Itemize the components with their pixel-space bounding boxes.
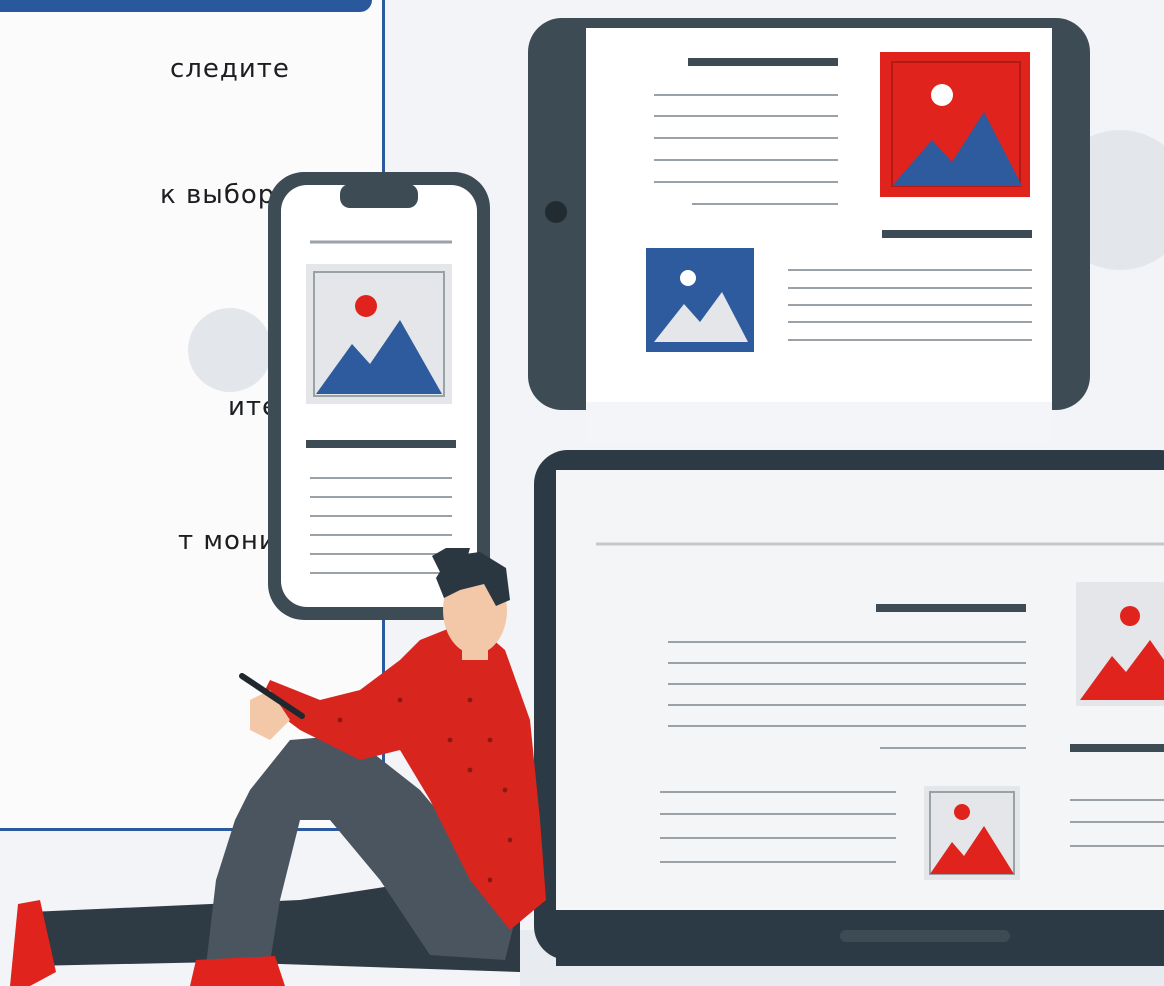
image-placeholder-icon (306, 264, 452, 404)
laptop (534, 450, 1164, 966)
image-placeholder-icon (1076, 582, 1164, 706)
image-placeholder-icon (646, 248, 754, 352)
tablet (528, 18, 1090, 444)
image-placeholder-icon (924, 786, 1020, 880)
image-placeholder-icon (880, 52, 1030, 197)
person-illustration (10, 548, 546, 986)
devices-illustration (10, 18, 1164, 986)
